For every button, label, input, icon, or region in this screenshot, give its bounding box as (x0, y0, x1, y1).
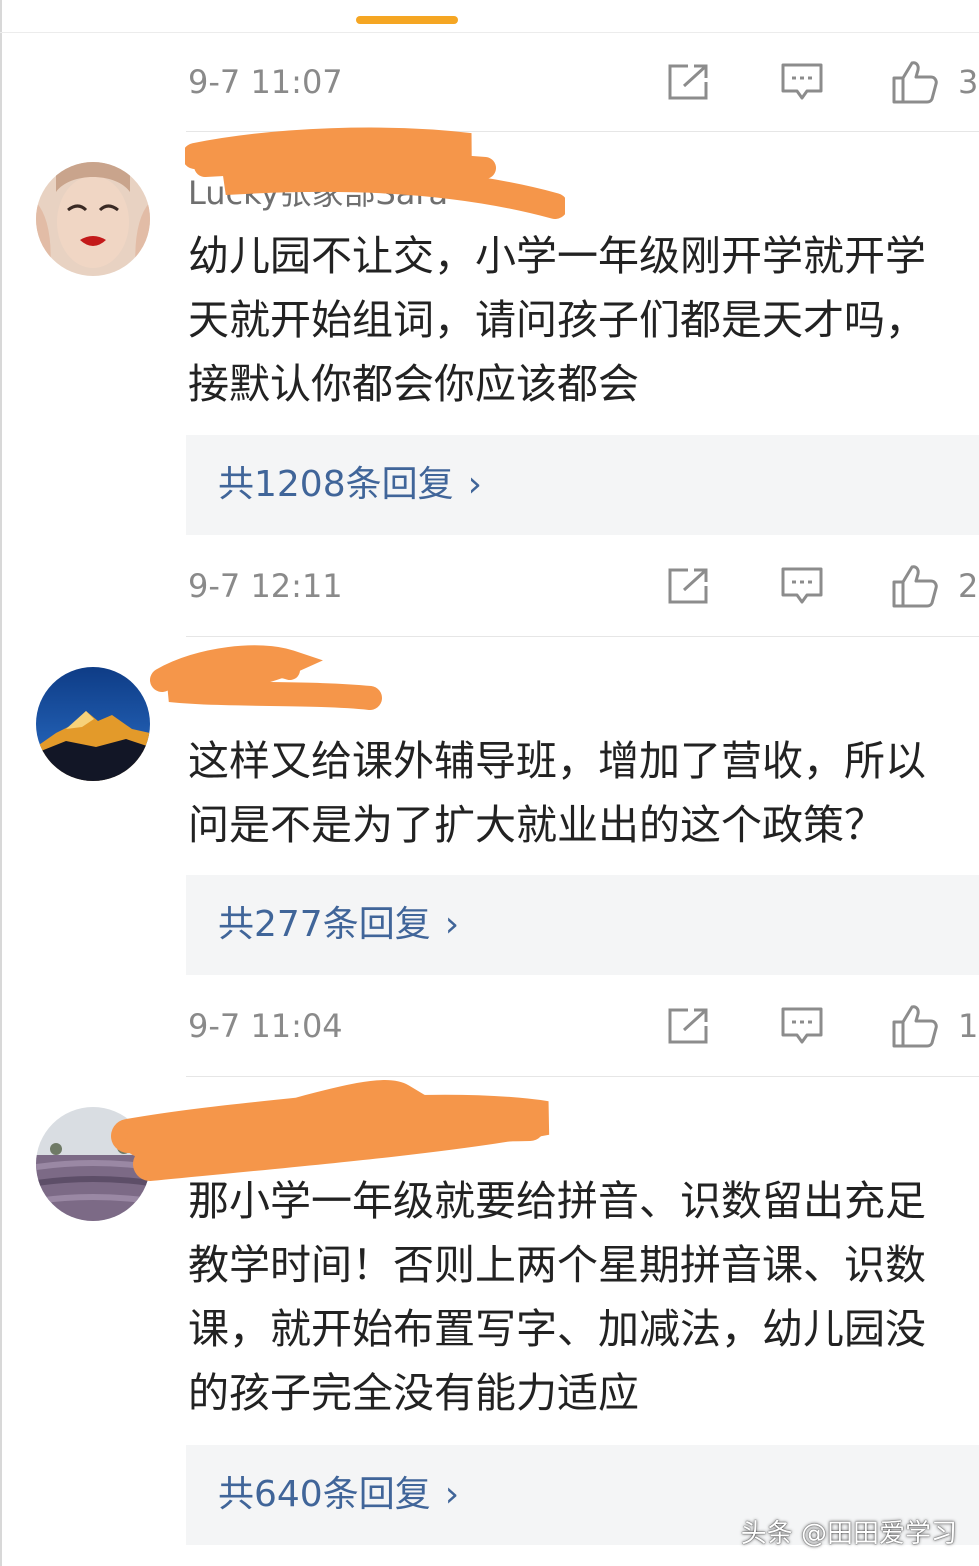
comment-divider (186, 1076, 979, 1077)
comment-text: 这样又给课外辅导班，增加了营收，所以 问是不是为了扩大就业出的这个政策？ (188, 737, 926, 849)
like-button[interactable] (891, 32, 939, 132)
share-button[interactable] (666, 536, 710, 636)
like-count: 2 (958, 567, 979, 605)
reply-button[interactable] (780, 32, 824, 132)
share-icon (668, 64, 708, 100)
reply-count-link[interactable]: 共1208条回复 › (218, 435, 482, 535)
thumbs-up-icon (892, 565, 938, 608)
comment-action-row: 9-7 12:11 2 (0, 536, 979, 636)
reply-count-label: 共640条回复 (218, 1474, 431, 1515)
chevron-right-icon: › (467, 464, 483, 505)
redaction-scribble (111, 1080, 550, 1181)
reply-count-label: 共1208条回复 (218, 464, 454, 505)
chevron-right-icon: › (444, 1474, 460, 1515)
like-count: 3 (958, 63, 979, 101)
share-button[interactable] (666, 976, 710, 1076)
comment-text: 幼儿园不让交，小学一年级刚开学就开学 天就开始组词，请问孩子们都是天才吗， 接默… (188, 232, 926, 408)
avatar[interactable] (36, 667, 150, 781)
thumbs-up-icon (892, 1005, 938, 1048)
comment-time: 9-7 11:04 (188, 1007, 343, 1045)
watermark: 头条 @田田爱学习 (740, 1519, 957, 1549)
thumbs-up-icon (892, 61, 938, 104)
like-button[interactable] (891, 976, 939, 1076)
reply-button[interactable] (780, 976, 824, 1076)
comment-time: 9-7 12:11 (188, 567, 343, 605)
chevron-right-icon: › (444, 904, 460, 945)
share-icon (668, 1008, 708, 1044)
reply-summary[interactable]: 共277条回复 › (186, 875, 979, 975)
redaction-scribble (150, 645, 382, 710)
comment-icon (781, 1007, 823, 1044)
like-count: 1 (958, 1007, 979, 1045)
comment-action-row: 9-7 11:07 3 (0, 32, 979, 132)
reply-summary[interactable]: 共1208条回复 › (186, 435, 979, 535)
comment-divider (186, 636, 979, 637)
comment-icon (781, 63, 823, 100)
share-icon (668, 568, 708, 604)
comment-text: 那小学一年级就要给拼音、识数留出充足 教学时间！否则上两个星期拼音课、识数 课，… (188, 1177, 926, 1417)
reply-count-link[interactable]: 共277条回复 › (218, 875, 459, 975)
like-button[interactable] (891, 536, 939, 636)
reply-count-link[interactable]: 共640条回复 › (218, 1445, 459, 1545)
share-button[interactable] (666, 32, 710, 132)
comment-icon (781, 567, 823, 604)
left-edge (0, 0, 2, 1566)
redaction-scribble (185, 127, 565, 219)
avatar[interactable] (36, 162, 150, 276)
reply-button[interactable] (780, 536, 824, 636)
comment-time: 9-7 11:07 (188, 63, 343, 101)
reply-count-label: 共277条回复 (218, 904, 431, 945)
comment-action-row: 9-7 11:04 1 (0, 976, 979, 1076)
active-tab-indicator (356, 16, 458, 24)
